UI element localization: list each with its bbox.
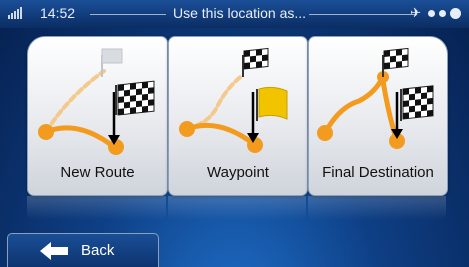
divider-line (90, 14, 166, 15)
clock-time: 14:52 (40, 5, 76, 21)
waypoint-button[interactable]: Waypoint (168, 36, 308, 196)
gps-dot-icon (428, 9, 435, 17)
gps-status: ✈ (410, 5, 461, 21)
new-route-button[interactable]: New Route (27, 36, 168, 196)
card-reflection (168, 196, 306, 220)
gps-dot-icon (439, 9, 446, 17)
card-reflection (27, 196, 166, 220)
card-label: Waypoint (207, 164, 269, 181)
gps-fix-icon (450, 7, 461, 19)
final-destination-button[interactable]: Final Destination (308, 36, 448, 196)
card-reflection (308, 196, 446, 220)
satellite-icon: ✈ (410, 5, 421, 20)
page-title: Use this location as... (173, 5, 307, 21)
divider-line (309, 14, 417, 15)
signal-strength-icon (8, 7, 22, 19)
back-button[interactable]: Back (7, 233, 159, 267)
left-arrow-icon (40, 242, 68, 260)
status-bar: 14:52 Use this location as... ✈ (0, 0, 469, 28)
back-label: Back (81, 242, 115, 259)
card-label: New Route (60, 164, 135, 181)
card-label: Final Destination (322, 164, 434, 181)
